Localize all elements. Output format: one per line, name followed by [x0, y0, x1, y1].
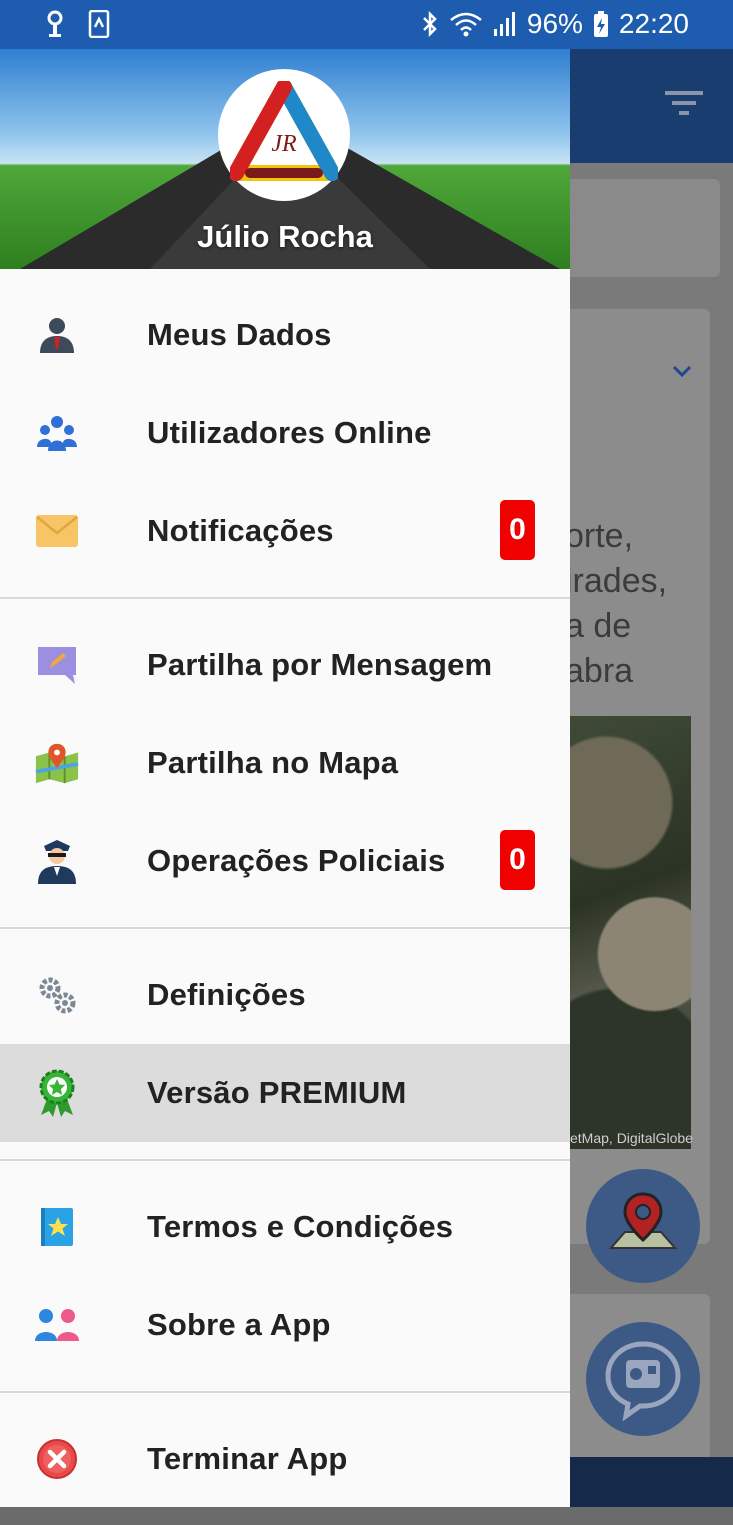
terms-star-icon: [34, 1207, 80, 1247]
background-text: orte, irades, a de abra: [565, 514, 667, 694]
envelope-icon: [34, 511, 80, 551]
menu-item-notificacoes[interactable]: Notificações 0: [0, 482, 570, 580]
battery-icon: [593, 11, 608, 37]
exit-icon: [34, 1439, 80, 1479]
menu-item-partilha-mapa[interactable]: Partilha no Mapa: [0, 714, 570, 812]
menu-item-label: Partilha por Mensagem: [147, 647, 493, 682]
user-name: Júlio Rocha: [197, 219, 373, 254]
menu-item-label: Terminar App: [147, 1441, 348, 1476]
menu-section-exit: Terminar App: [0, 1393, 570, 1525]
phone-activity-icon: [88, 10, 110, 38]
menu-spacer: [0, 1142, 570, 1159]
menu-item-label: Definições: [147, 977, 306, 1012]
police-operations-count-badge: 0: [500, 830, 535, 890]
clock: 22:20: [618, 8, 689, 39]
user-avatar[interactable]: JR: [218, 69, 350, 201]
menu-item-label: Utilizadores Online: [147, 415, 432, 450]
menu-item-label: Termos e Condições: [147, 1209, 454, 1244]
map-pin-icon: [34, 743, 80, 784]
menu-item-versao-premium[interactable]: Versão PREMIUM: [0, 1044, 570, 1142]
map-credit: etMap, DigitalGlobe: [570, 1130, 693, 1146]
background-bottom-bar: [570, 1457, 733, 1507]
menu-section-share: Partilha por Mensagem Partilha no Mapa O…: [0, 599, 570, 927]
menu-item-partilha-mensagem[interactable]: Partilha por Mensagem: [0, 616, 570, 714]
battery-percentage: 96%: [526, 8, 583, 39]
map-fab-button[interactable]: [586, 1169, 700, 1283]
background-text-line: orte,: [565, 517, 634, 555]
background-text-line: irades,: [565, 562, 668, 600]
menu-item-label: Partilha no Mapa: [147, 745, 399, 780]
menu-item-sobre-app[interactable]: Sobre a App: [0, 1276, 570, 1374]
svg-text:JR: JR: [271, 131, 297, 157]
background-text-line: a de: [565, 607, 632, 645]
menu-section-info: Termos e Condições Sobre a App: [0, 1161, 570, 1391]
chevron-down-icon: [672, 365, 692, 378]
location-icon: [47, 10, 63, 37]
app-logo-icon: JR: [230, 81, 338, 181]
user-profile-icon: [34, 315, 80, 355]
message-edit-icon: [34, 645, 80, 685]
gears-icon: [34, 975, 80, 1015]
background-app-bar: [570, 49, 733, 163]
menu-section-settings: Definições Versão PREMIUM: [0, 929, 570, 1142]
menu-item-termos-condicoes[interactable]: Termos e Condições: [0, 1178, 570, 1276]
users-group-icon: [34, 413, 80, 453]
navigation-drawer: JR Júlio Rocha Meus Dados Utilizadores O…: [0, 49, 570, 1507]
chat-fab-button[interactable]: [586, 1322, 700, 1436]
background-text-line: abra: [565, 652, 634, 690]
menu-item-utilizadores-online[interactable]: Utilizadores Online: [0, 384, 570, 482]
menu-item-label: Meus Dados: [147, 317, 332, 352]
drawer-header: JR Júlio Rocha: [0, 49, 570, 269]
menu-item-terminar-app[interactable]: Terminar App: [0, 1410, 570, 1508]
menu-item-operacoes-policiais[interactable]: Operações Policiais 0: [0, 812, 570, 910]
menu-item-label: Operações Policiais: [147, 843, 446, 878]
signal-icon: [493, 12, 515, 36]
map-pin-fab-icon: [608, 1192, 678, 1249]
menu-section-account: Meus Dados Utilizadores Online Notificaç…: [0, 269, 570, 597]
menu-item-label: Sobre a App: [147, 1307, 331, 1342]
filter-icon: [665, 91, 703, 115]
menu-item-meus-dados[interactable]: Meus Dados: [0, 286, 570, 384]
menu-item-definicoes[interactable]: Definições: [0, 946, 570, 1044]
police-officer-icon: [34, 840, 80, 884]
menu-item-label: Versão PREMIUM: [147, 1075, 407, 1110]
wifi-icon: [450, 12, 482, 37]
about-people-icon: [34, 1305, 80, 1345]
status-bar: 96% 22:20: [0, 0, 733, 49]
premium-badge-icon: [34, 1069, 80, 1117]
background-card: [560, 179, 720, 277]
background-map-image: [570, 716, 691, 1149]
speed-camera-chat-icon: [605, 1341, 681, 1422]
menu-item-label: Notificações: [147, 513, 334, 548]
bluetooth-icon: [422, 10, 437, 38]
notifications-count-badge: 0: [500, 500, 535, 560]
